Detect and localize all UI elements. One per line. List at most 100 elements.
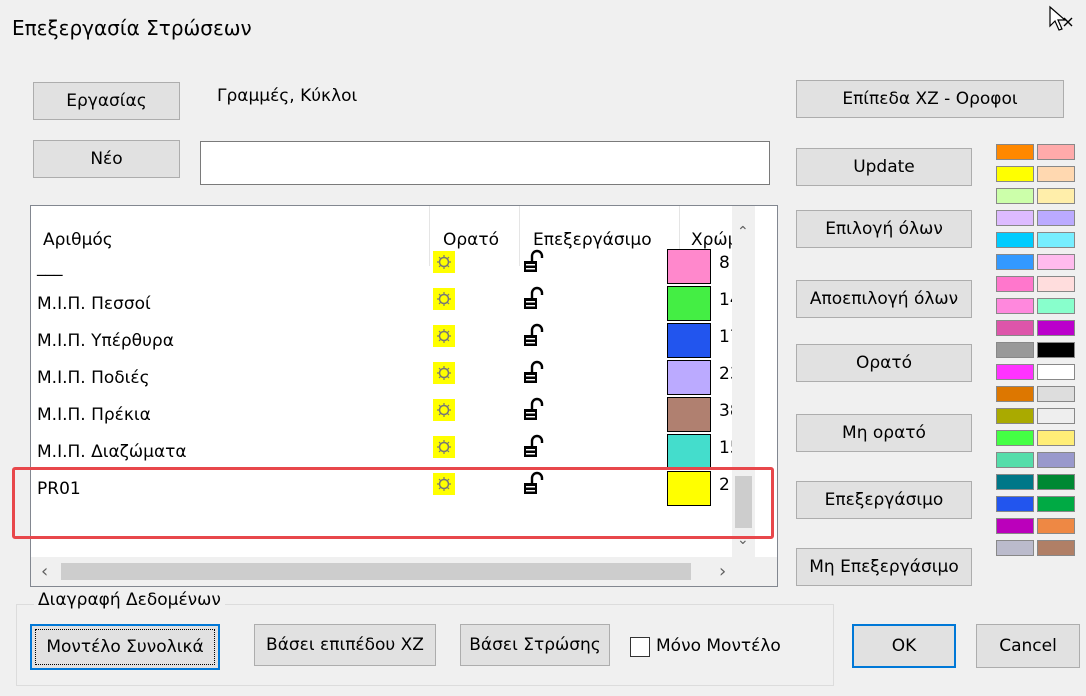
layer-name: ___ <box>37 257 63 277</box>
palette-color-swatch[interactable] <box>996 166 1034 182</box>
palette-color-swatch[interactable] <box>1037 232 1075 248</box>
palette-color-swatch[interactable] <box>996 276 1034 292</box>
layer-name: Μ.Ι.Π. Πεσσοί <box>37 294 151 314</box>
not-editable-button[interactable]: Μη Επεξεργάσιμο <box>796 548 972 586</box>
new-layer-input[interactable] <box>200 141 770 185</box>
palette-color-swatch[interactable] <box>1037 364 1075 380</box>
model-total-button[interactable]: Μοντέλο Συνολικά <box>30 624 220 670</box>
scroll-left-icon[interactable]: ‹ <box>41 561 48 582</box>
layer-row[interactable]: Μ.Ι.Π. Ποδιές 23 <box>31 360 755 397</box>
palette-color-swatch[interactable] <box>996 430 1034 446</box>
palette-color-swatch[interactable] <box>996 364 1034 380</box>
layer-color-swatch[interactable] <box>667 360 711 395</box>
palette-color-swatch[interactable] <box>1037 210 1075 226</box>
layer-row[interactable]: Μ.Ι.Π. Πρέκια 38 <box>31 397 755 434</box>
palette-color-swatch[interactable] <box>996 386 1034 402</box>
horizontal-scroll-thumb[interactable] <box>61 563 691 580</box>
scroll-up-icon[interactable]: ⌃ <box>737 224 749 240</box>
layer-color-swatch[interactable] <box>667 434 711 469</box>
palette-color-swatch[interactable] <box>1037 386 1075 402</box>
new-button[interactable]: Νέο <box>33 140 180 178</box>
palette-color-swatch[interactable] <box>996 496 1034 512</box>
model-only-label: Μόνο Μοντέλο <box>656 636 781 656</box>
unlocked-icon[interactable] <box>521 323 547 349</box>
palette-color-swatch[interactable] <box>996 408 1034 424</box>
layer-name: Μ.Ι.Π. Πρέκια <box>37 405 151 425</box>
visible-bulb-icon[interactable] <box>433 399 455 421</box>
visible-bulb-icon[interactable] <box>433 436 455 458</box>
palette-color-swatch[interactable] <box>1037 144 1075 160</box>
palette-color-swatch[interactable] <box>1037 342 1075 358</box>
layer-row[interactable]: ___ 8 <box>31 249 755 286</box>
select-all-button[interactable]: Επιλογή όλων <box>796 210 972 248</box>
delete-data-group-title: Διαγραφή Δεδομένων <box>34 590 225 610</box>
palette-color-swatch[interactable] <box>996 452 1034 468</box>
not-visible-button[interactable]: Μη ορατό <box>796 414 972 452</box>
palette-color-swatch[interactable] <box>1037 298 1075 314</box>
layer-color-swatch[interactable] <box>667 286 711 321</box>
layer-color-swatch[interactable] <box>667 323 711 358</box>
ok-button[interactable]: OK <box>852 624 956 668</box>
color-palette[interactable] <box>996 144 1078 562</box>
unlocked-icon[interactable] <box>521 249 547 275</box>
by-level-xz-button[interactable]: Βάσει επιπέδου XZ <box>254 624 436 666</box>
palette-color-swatch[interactable] <box>1037 276 1075 292</box>
editable-button[interactable]: Επεξεργάσιμο <box>796 481 972 519</box>
palette-color-swatch[interactable] <box>1037 452 1075 468</box>
layer-row[interactable]: Μ.Ι.Π. Υπέρθυρα 17 <box>31 323 755 360</box>
palette-color-swatch[interactable] <box>1037 518 1075 534</box>
palette-color-swatch[interactable] <box>996 188 1034 204</box>
layer-color-swatch[interactable] <box>667 249 711 284</box>
by-layer-button[interactable]: Βάσει Στρώσης <box>460 624 610 666</box>
palette-color-swatch[interactable] <box>1037 254 1075 270</box>
palette-color-swatch[interactable] <box>1037 474 1075 490</box>
cursor-help-icon <box>1049 5 1073 31</box>
palette-color-swatch[interactable] <box>996 232 1034 248</box>
palette-color-swatch[interactable] <box>996 320 1034 336</box>
work-button[interactable]: Εργασίας <box>33 82 180 120</box>
header-color[interactable]: Χρώμα <box>691 230 733 250</box>
palette-color-swatch[interactable] <box>996 144 1034 160</box>
unlocked-icon[interactable] <box>521 360 547 386</box>
layer-row[interactable]: Μ.Ι.Π. Πεσσοί 14 <box>31 286 755 323</box>
palette-color-swatch[interactable] <box>996 540 1034 556</box>
palette-color-swatch[interactable] <box>996 342 1034 358</box>
update-button[interactable]: Update <box>796 148 972 186</box>
header-editable[interactable]: Επεξεργάσιμο <box>533 230 652 250</box>
levels-xz-button[interactable]: Επίπεδα XZ - Οροφοι <box>796 80 1064 118</box>
palette-color-swatch[interactable] <box>996 210 1034 226</box>
header-number[interactable]: Αριθμός <box>43 230 113 250</box>
visible-bulb-icon[interactable] <box>433 288 455 310</box>
palette-color-swatch[interactable] <box>1037 188 1075 204</box>
work-label: Γραμμές, Κύκλοι <box>217 86 358 106</box>
palette-color-swatch[interactable] <box>1037 166 1075 182</box>
header-visible[interactable]: Ορατό <box>443 230 499 250</box>
layer-row[interactable]: Μ.Ι.Π. Διαζώματα 15 <box>31 434 755 471</box>
visible-bulb-icon[interactable] <box>433 251 455 273</box>
scroll-corner <box>754 557 777 586</box>
model-only-checkbox[interactable] <box>630 637 650 657</box>
palette-color-swatch[interactable] <box>996 518 1034 534</box>
unlocked-icon[interactable] <box>521 397 547 423</box>
palette-color-swatch[interactable] <box>1037 408 1075 424</box>
deselect-all-button[interactable]: Αποεπιλογή όλων <box>796 280 972 318</box>
layer-name: Μ.Ι.Π. Υπέρθυρα <box>37 331 174 351</box>
palette-color-swatch[interactable] <box>1037 320 1075 336</box>
palette-color-swatch[interactable] <box>996 474 1034 490</box>
list-horizontal-scrollbar[interactable]: ‹ › <box>31 557 755 586</box>
visible-bulb-icon[interactable] <box>433 362 455 384</box>
visible-bulb-icon[interactable] <box>433 325 455 347</box>
palette-color-swatch[interactable] <box>1037 430 1075 446</box>
cancel-button[interactable]: Cancel <box>976 624 1080 668</box>
layer-color-swatch[interactable] <box>667 397 711 432</box>
palette-color-swatch[interactable] <box>1037 496 1075 512</box>
layer-name: Μ.Ι.Π. Ποδιές <box>37 368 150 388</box>
palette-color-swatch[interactable] <box>1037 540 1075 556</box>
unlocked-icon[interactable] <box>521 434 547 460</box>
unlocked-icon[interactable] <box>521 286 547 312</box>
window-title: Επεξεργασία Στρώσεων <box>12 16 252 40</box>
palette-color-swatch[interactable] <box>996 298 1034 314</box>
palette-color-swatch[interactable] <box>996 254 1034 270</box>
scroll-right-icon[interactable]: › <box>719 561 726 582</box>
visible-button[interactable]: Ορατό <box>796 344 972 382</box>
